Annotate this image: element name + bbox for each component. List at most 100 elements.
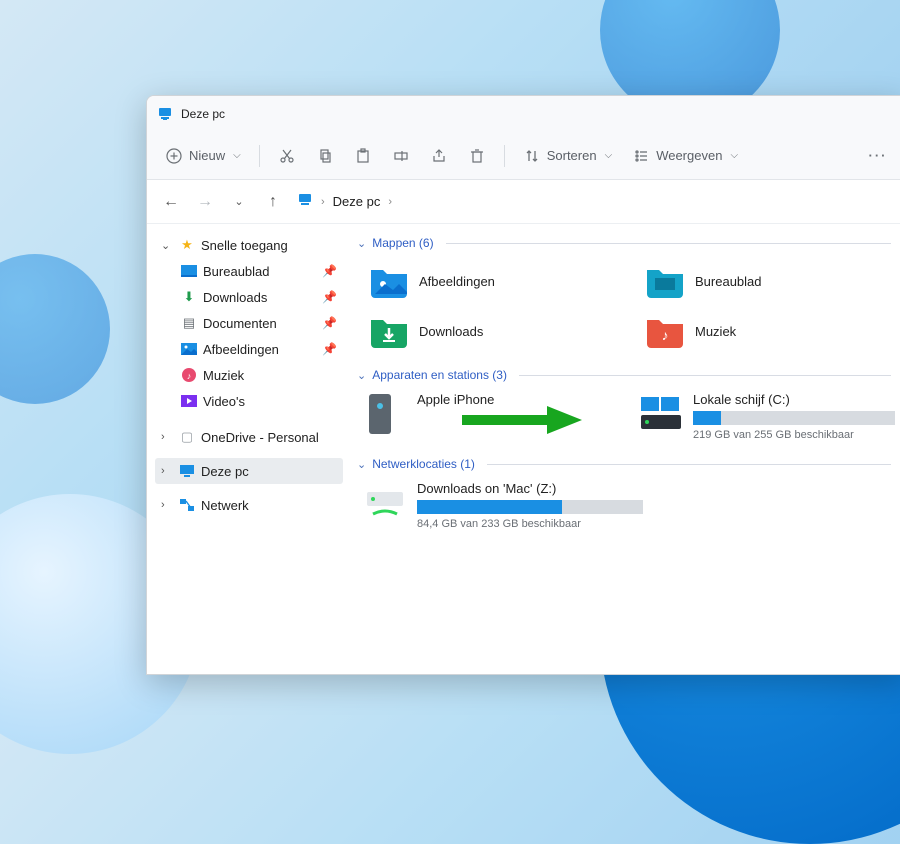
paste-icon (354, 147, 372, 165)
chevron-down-icon: ⌄ (357, 237, 366, 250)
divider (504, 145, 505, 167)
rename-button[interactable] (384, 141, 418, 171)
drive-sub: 219 GB van 255 GB beschikbaar (693, 429, 895, 441)
folder-desktop[interactable]: Bureaublad (639, 260, 895, 302)
recent-dropdown[interactable]: ⌄ (229, 195, 249, 208)
drive-name: Lokale schijf (C:) (693, 392, 895, 407)
explorer-window: Deze pc Nieuw ⌵ Sorteren ⌵ Weergeven ⌵ (146, 95, 900, 675)
command-bar: Nieuw ⌵ Sorteren ⌵ Weergeven ⌵ ··· (147, 132, 900, 180)
this-pc-icon (157, 106, 173, 122)
cut-button[interactable] (270, 141, 304, 171)
copy-icon (316, 147, 334, 165)
chevron-right-icon: › (388, 196, 392, 208)
label: Documenten (203, 316, 277, 331)
sidebar-downloads[interactable]: ⬇ Downloads 📌 (155, 284, 343, 310)
section-devices-header[interactable]: ⌄ Apparaten en stations (3) (353, 362, 895, 388)
sort-icon (523, 147, 541, 165)
sidebar: ⌄ ★ Snelle toegang Bureaublad 📌 ⬇ Downlo… (147, 224, 347, 674)
chevron-down-icon: ⌄ (357, 369, 366, 382)
folder-music[interactable]: ♪ Muziek (639, 310, 895, 352)
label: Afbeeldingen (203, 342, 279, 357)
folder-music-icon: ♪ (645, 314, 685, 348)
delete-button[interactable] (460, 141, 494, 171)
chevron-down-icon: ⌄ (357, 458, 366, 471)
folder-downloads-icon (369, 314, 409, 348)
storage-bar (693, 411, 895, 425)
folder-pictures[interactable]: Afbeeldingen (363, 260, 619, 302)
sidebar-this-pc[interactable]: › Deze pc (155, 458, 343, 484)
network-drive[interactable]: Downloads on 'Mac' (Z:) 84,4 GB van 233 … (363, 481, 643, 530)
sidebar-network[interactable]: › Netwerk (155, 492, 343, 518)
title-bar[interactable]: Deze pc (147, 96, 900, 132)
device-iphone[interactable]: Apple iPhone (363, 392, 619, 441)
svg-text:♪: ♪ (187, 371, 192, 381)
chevron-down-icon: ⌵ (605, 150, 613, 161)
sort-button[interactable]: Sorteren ⌵ (515, 141, 620, 171)
chevron-down-icon: ⌵ (233, 150, 241, 161)
phone-device-icon (363, 392, 407, 436)
folder-downloads[interactable]: Downloads (363, 310, 619, 352)
section-title: Mappen (6) (372, 236, 433, 250)
new-label: Nieuw (189, 148, 225, 163)
new-button[interactable]: Nieuw ⌵ (157, 141, 249, 171)
label: Bureaublad (203, 264, 270, 279)
label: Deze pc (201, 464, 249, 479)
pin-icon: 📌 (322, 342, 337, 356)
folder-desktop-icon (645, 264, 685, 298)
desktop-icon (181, 263, 197, 279)
section-title: Apparaten en stations (3) (372, 368, 507, 382)
device-local-disk[interactable]: Lokale schijf (C:) 219 GB van 255 GB bes… (639, 392, 895, 441)
star-icon: ★ (179, 237, 195, 253)
breadcrumb[interactable]: › Deze pc › (297, 192, 392, 211)
this-pc-icon (179, 463, 195, 479)
label: Downloads (203, 290, 267, 305)
sidebar-pictures[interactable]: Afbeeldingen 📌 (155, 336, 343, 362)
trash-icon (468, 147, 486, 165)
video-icon (181, 393, 197, 409)
pin-icon: 📌 (322, 316, 337, 330)
cloud-icon: ▢ (179, 429, 195, 445)
sidebar-videos[interactable]: Video's (155, 388, 343, 414)
section-title: Netwerklocaties (1) (372, 457, 475, 471)
sort-label: Sorteren (547, 148, 597, 163)
window-title: Deze pc (181, 107, 225, 121)
address-bar: ← → ⌄ ↑ › Deze pc › (147, 180, 900, 224)
sidebar-desktop[interactable]: Bureaublad 📌 (155, 258, 343, 284)
sidebar-music[interactable]: ♪ Muziek (155, 362, 343, 388)
this-pc-icon (297, 192, 313, 211)
sidebar-onedrive[interactable]: › ▢ OneDrive - Personal (155, 424, 343, 450)
back-button[interactable]: ← (161, 193, 181, 211)
up-button[interactable]: ↑ (263, 193, 283, 211)
network-drive-icon (363, 481, 407, 525)
cut-icon (278, 147, 296, 165)
svg-text:♪: ♪ (662, 327, 669, 343)
sidebar-documents[interactable]: ▤ Documenten 📌 (155, 310, 343, 336)
label: Afbeeldingen (419, 274, 495, 289)
sidebar-quick-access[interactable]: ⌄ ★ Snelle toegang (155, 232, 343, 258)
section-folders-header[interactable]: ⌄ Mappen (6) (353, 230, 895, 256)
divider (259, 145, 260, 167)
view-button[interactable]: Weergeven ⌵ (624, 141, 746, 171)
network-icon (179, 497, 195, 513)
view-icon (632, 147, 650, 165)
pin-icon: 📌 (322, 290, 337, 304)
pictures-icon (181, 341, 197, 357)
label: Bureaublad (695, 274, 762, 289)
chevron-right-icon: › (321, 196, 325, 208)
copy-button[interactable] (308, 141, 342, 171)
drive-sub: 84,4 GB van 233 GB beschikbaar (417, 518, 643, 530)
breadcrumb-pc[interactable]: Deze pc (333, 194, 381, 209)
rename-icon (392, 147, 410, 165)
chevron-down-icon: ⌄ (161, 239, 173, 252)
forward-button[interactable]: → (195, 193, 215, 211)
document-icon: ▤ (181, 315, 197, 331)
label: Netwerk (201, 498, 249, 513)
main-content: ⌄ Mappen (6) Afbeeldingen Bureaublad Dow… (347, 224, 900, 674)
section-network-header[interactable]: ⌄ Netwerklocaties (1) (353, 451, 895, 477)
music-icon: ♪ (181, 367, 197, 383)
more-button[interactable]: ··· (861, 141, 895, 171)
paste-button[interactable] (346, 141, 380, 171)
share-button[interactable] (422, 141, 456, 171)
label: OneDrive - Personal (201, 430, 319, 445)
chevron-right-icon: › (161, 465, 173, 477)
